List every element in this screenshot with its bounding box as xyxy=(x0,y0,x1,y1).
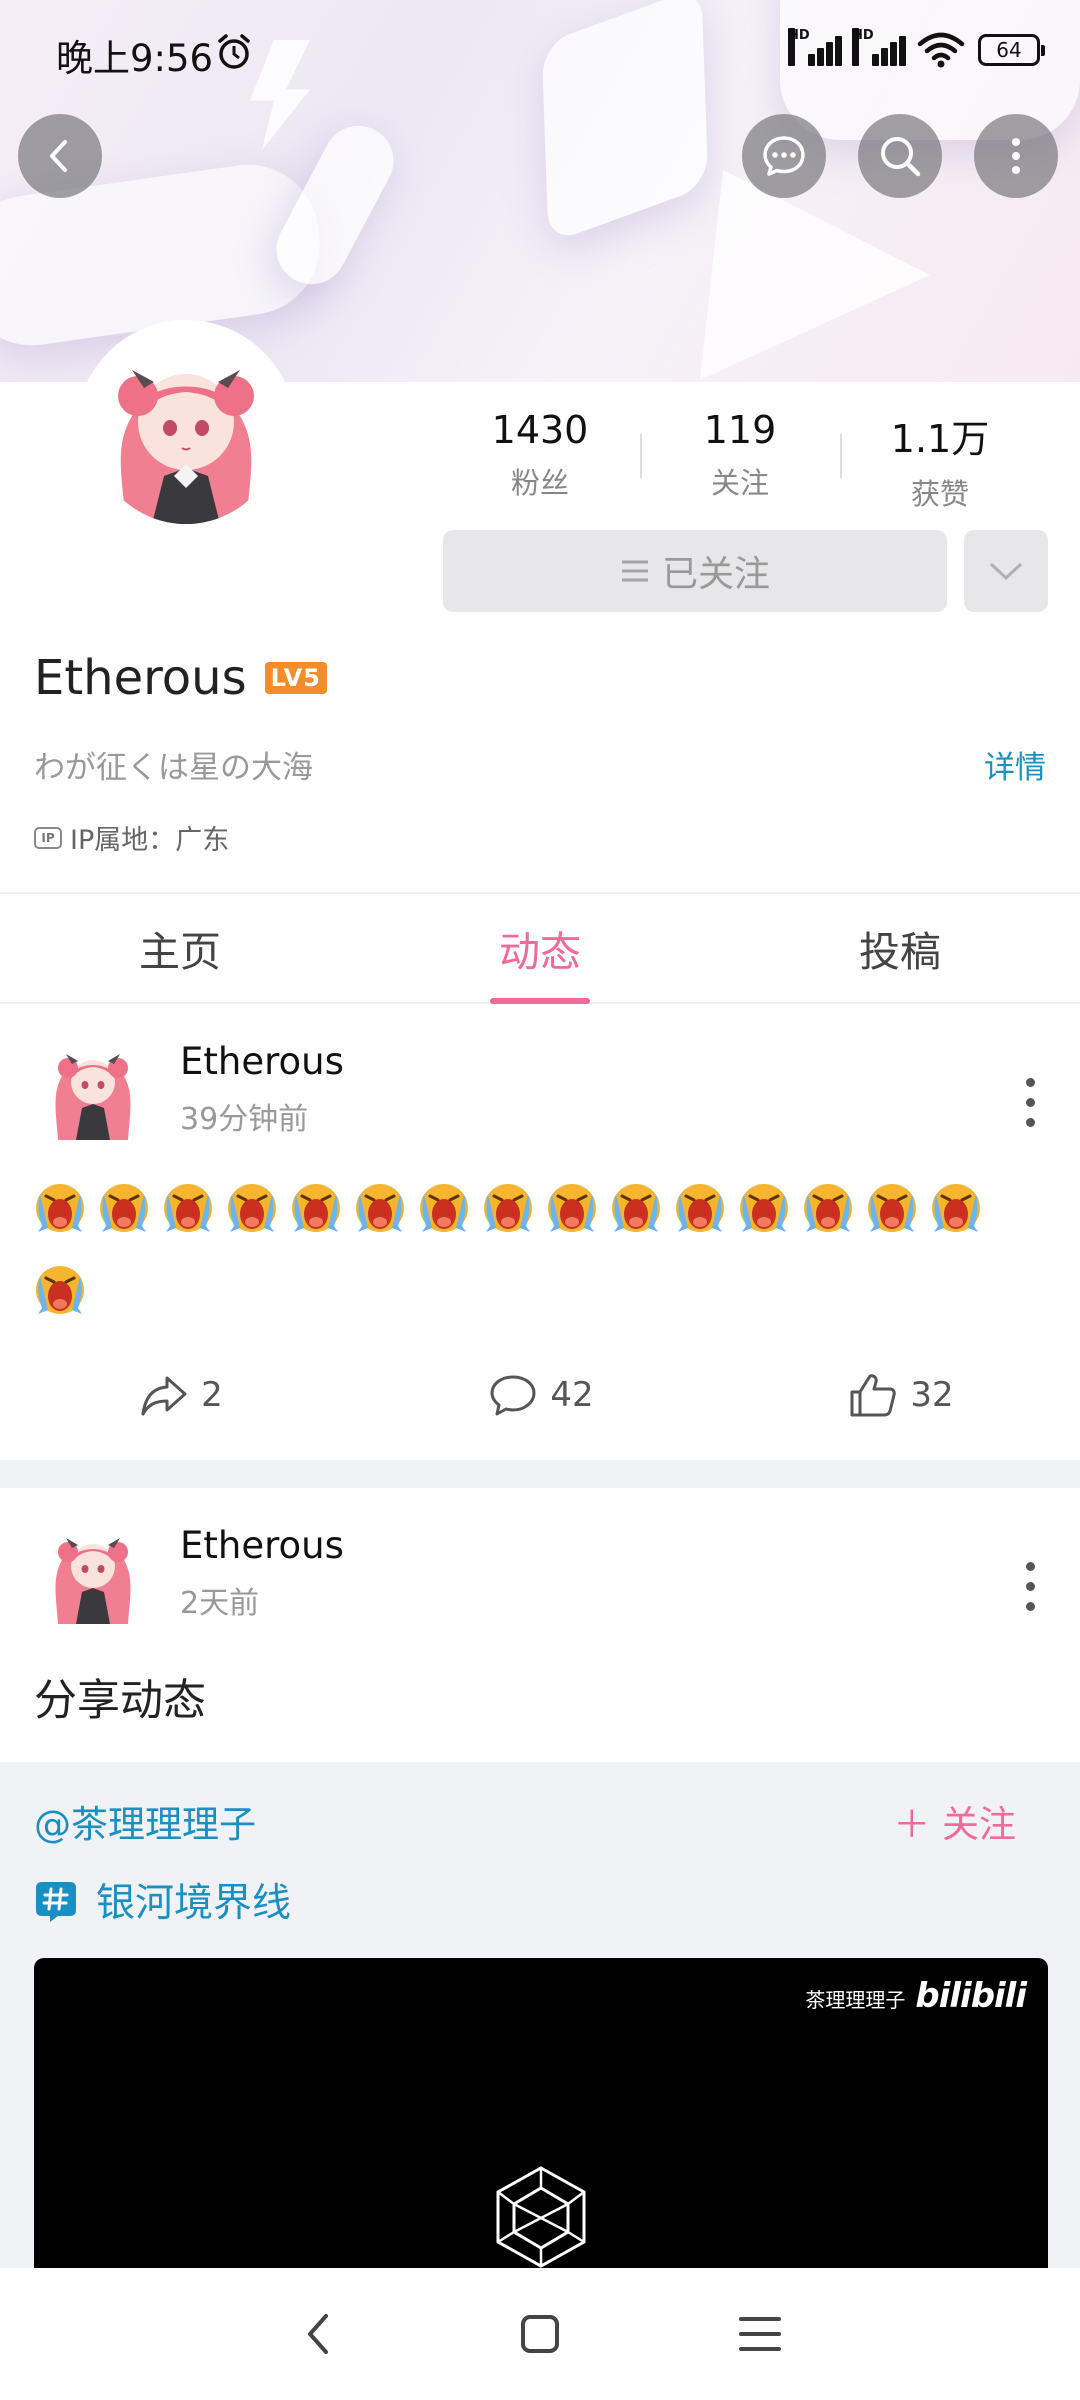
more-button[interactable] xyxy=(974,114,1058,198)
signal-icon-2: HD xyxy=(852,28,906,70)
crying-emoji-icon xyxy=(612,1184,660,1232)
status-bar: 晚上9:56 HD HD 64 xyxy=(0,0,1080,100)
ip-location: IP IP属地：广东 xyxy=(34,818,229,857)
nav-back-icon xyxy=(308,2314,328,2354)
user-signature: わが征くは星の大海 xyxy=(34,750,313,786)
message-button[interactable] xyxy=(742,114,826,198)
post-time: 2天前 xyxy=(180,1586,260,1621)
post-more-button[interactable] xyxy=(1018,1556,1042,1616)
search-icon xyxy=(881,137,921,177)
username: Etherous xyxy=(34,650,247,706)
crying-emoji-icon xyxy=(420,1184,468,1232)
nav-back-button[interactable] xyxy=(285,2299,355,2369)
ip-icon: IP xyxy=(34,826,62,849)
tab-uploads[interactable]: 投稿 xyxy=(720,894,1080,1002)
menu-lines-icon xyxy=(621,560,648,582)
post-author-name[interactable]: Etherous xyxy=(180,1040,344,1083)
crying-emoji-icon xyxy=(676,1184,724,1232)
signal-icon: HD xyxy=(788,28,842,70)
post-time: 39分钟前 xyxy=(180,1102,309,1137)
system-nav-bar xyxy=(0,2268,1080,2400)
crying-emoji-icon xyxy=(548,1184,596,1232)
repost-follow-button[interactable]: ＋ 关注 xyxy=(893,1794,1016,1848)
share-button[interactable]: 2 xyxy=(0,1360,360,1430)
avatar-image xyxy=(92,336,280,524)
like-button[interactable]: 32 xyxy=(720,1360,1080,1430)
profile-stats: 1430 粉丝 119 关注 1.1万 获赞 xyxy=(440,400,1040,511)
post-author-avatar[interactable] xyxy=(48,1524,138,1624)
battery-icon: 64 xyxy=(978,34,1045,66)
nav-recents-button[interactable] xyxy=(725,2299,795,2369)
following-button[interactable]: 已关注 xyxy=(443,530,947,612)
emoji-row-2 xyxy=(32,1258,88,1318)
avatar[interactable] xyxy=(92,336,280,524)
repost-user-link[interactable]: @茶理理理子 xyxy=(34,1794,256,1848)
crying-emoji-icon xyxy=(36,1184,84,1232)
chevron-down-icon xyxy=(989,562,1023,581)
stat-following[interactable]: 119 关注 xyxy=(640,400,840,510)
back-button[interactable] xyxy=(18,114,102,198)
comment-button[interactable]: 42 xyxy=(360,1360,720,1430)
topic-link[interactable]: 银河境界线 xyxy=(34,1872,291,1928)
stat-fans[interactable]: 1430 粉丝 xyxy=(440,400,640,510)
video-thumbnail[interactable]: 茶理理理子 bilibili xyxy=(34,1958,1048,2282)
repost-card[interactable]: @茶理理理子 ＋ 关注 银河境界线 茶理理理子 bilibili xyxy=(0,1762,1080,2282)
back-icon xyxy=(50,140,67,172)
crying-emoji-icon xyxy=(868,1184,916,1232)
emoji-row-1 xyxy=(32,1176,984,1236)
post-header: Etherous 2天前 xyxy=(0,1520,1080,1640)
nav-home-button[interactable] xyxy=(505,2299,575,2369)
follow-options-button[interactable] xyxy=(964,530,1048,612)
nav-home-icon xyxy=(521,2315,559,2353)
crying-emoji-icon xyxy=(164,1184,212,1232)
more-icon xyxy=(1012,138,1020,174)
nav-menu-icon xyxy=(739,2317,781,2351)
crying-emoji-icon xyxy=(804,1184,852,1232)
crying-emoji-icon xyxy=(36,1266,84,1314)
thumbs-up-icon xyxy=(850,1374,897,1417)
level-badge: LV5 xyxy=(264,662,327,694)
crying-emoji-icon xyxy=(228,1184,276,1232)
post-text: 分享动态 xyxy=(34,1676,206,1726)
tab-home[interactable]: 主页 xyxy=(0,894,360,1002)
crying-emoji-icon xyxy=(484,1184,532,1232)
search-button[interactable] xyxy=(858,114,942,198)
crying-emoji-icon xyxy=(356,1184,404,1232)
post-separator xyxy=(0,1460,1080,1488)
post-author-avatar[interactable] xyxy=(48,1040,138,1140)
video-watermark: 茶理理理子 bilibili xyxy=(805,1976,1027,2016)
profile-tabs: 主页 动态 投稿 xyxy=(0,892,1080,1004)
post-author-name[interactable]: Etherous xyxy=(180,1524,344,1567)
tab-dynamics[interactable]: 动态 xyxy=(360,894,720,1002)
bilibili-logo: bilibili xyxy=(915,1976,1027,2016)
stat-likes[interactable]: 1.1万 获赞 xyxy=(840,400,1040,511)
crying-emoji-icon xyxy=(932,1184,980,1232)
details-link[interactable]: 详情 xyxy=(984,742,1046,787)
comment-icon xyxy=(490,1375,536,1416)
post-actions: 2 42 32 xyxy=(0,1360,1080,1430)
topic-hashtag-icon xyxy=(36,1882,76,1922)
share-icon xyxy=(141,1376,187,1416)
crying-emoji-icon xyxy=(100,1184,148,1232)
post-header: Etherous 39分钟前 xyxy=(0,1036,1080,1156)
message-icon xyxy=(763,136,805,176)
post-more-button[interactable] xyxy=(1018,1072,1042,1132)
crying-emoji-icon xyxy=(292,1184,340,1232)
alarm-icon xyxy=(218,34,250,69)
video-cube-logo xyxy=(496,2166,586,2268)
status-time: 晚上9:56 xyxy=(56,37,214,80)
wifi-icon xyxy=(917,32,965,68)
crying-emoji-icon xyxy=(740,1184,788,1232)
